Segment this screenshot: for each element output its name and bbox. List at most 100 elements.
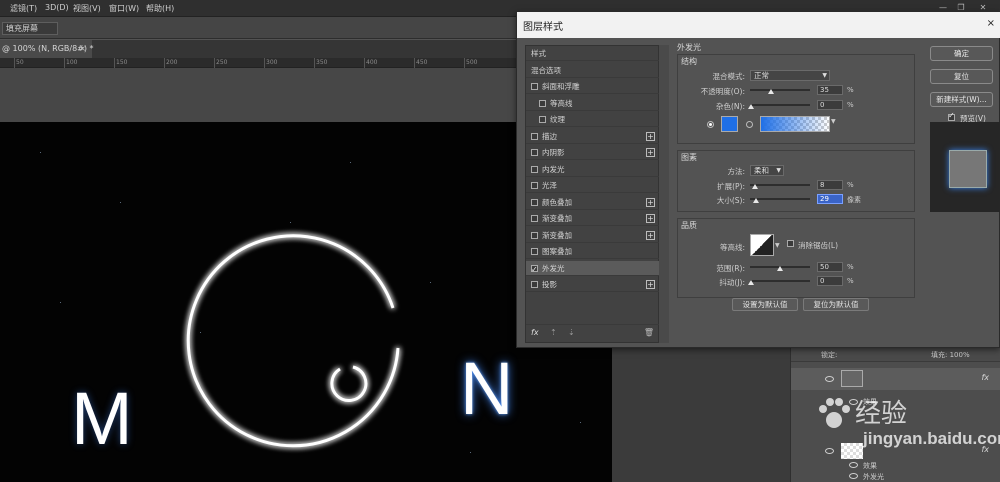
elements-title: 图素: [681, 153, 697, 162]
noise-input[interactable]: 0: [817, 100, 843, 110]
style-item[interactable]: 纹理: [526, 112, 659, 127]
style-item[interactable]: 外发光: [526, 260, 659, 277]
outer-glow-settings: 外发光 结构 混合模式: 正常 ▼ 不透明度(O): 35 % 杂色(N): 0…: [677, 42, 917, 342]
menu-filter[interactable]: 滤镜(T): [10, 3, 37, 14]
noise-slider[interactable]: [750, 104, 810, 106]
glow-color-swatch[interactable]: [721, 116, 738, 132]
contour-preview[interactable]: [750, 234, 774, 256]
size-slider-thumb[interactable]: [753, 198, 759, 203]
style-checkbox[interactable]: [531, 165, 538, 173]
dialog-titlebar[interactable]: 图层样式 ×: [517, 12, 1000, 38]
style-checkbox[interactable]: [531, 83, 538, 90]
style-checkbox[interactable]: [531, 281, 538, 288]
eye-icon[interactable]: [849, 473, 858, 479]
opacity-input[interactable]: 35: [817, 85, 843, 95]
fill-label: 填充: 100%: [931, 351, 970, 359]
jitter-slider[interactable]: [750, 280, 810, 282]
style-checkbox[interactable]: [531, 198, 538, 206]
style-checkbox[interactable]: [531, 182, 538, 189]
style-checkbox[interactable]: [531, 215, 538, 222]
style-checkbox[interactable]: [531, 248, 538, 255]
add-effect-icon[interactable]: +: [646, 214, 655, 223]
style-item[interactable]: 样式: [526, 46, 659, 61]
noise-label: 杂色(N):: [716, 102, 745, 111]
size-slider[interactable]: [750, 198, 810, 200]
fit-screen-button[interactable]: 填充屏幕: [2, 22, 58, 35]
spread-input[interactable]: 8: [817, 180, 843, 190]
style-checkbox[interactable]: [539, 116, 546, 123]
style-list-scrollbar[interactable]: [659, 45, 669, 343]
menu-3d[interactable]: 3D(D): [45, 3, 69, 12]
ruler-label: 350: [316, 59, 328, 66]
opacity-label: 不透明度(O):: [700, 87, 745, 96]
style-checkbox[interactable]: [539, 99, 546, 107]
chevron-down-icon[interactable]: ▼: [775, 242, 780, 249]
chevron-down-icon[interactable]: ▼: [831, 118, 836, 125]
method-label: 方法:: [727, 167, 745, 176]
style-checkbox[interactable]: [531, 149, 538, 156]
style-item-label: 投影: [542, 280, 557, 289]
reset-button[interactable]: 复位: [930, 69, 993, 84]
range-slider-thumb[interactable]: [777, 266, 783, 271]
glow-gradient-swatch[interactable]: [760, 116, 830, 132]
style-item[interactable]: 描边 +: [526, 129, 659, 144]
new-style-button[interactable]: 新建样式(W)...: [930, 92, 993, 107]
style-item[interactable]: 渐变叠加 +: [526, 228, 659, 243]
reset-default-button[interactable]: 复位为默认值: [803, 298, 869, 311]
size-input[interactable]: 29: [817, 194, 843, 204]
opacity-slider-thumb[interactable]: [768, 89, 774, 94]
move-up-icon[interactable]: ⇡: [550, 328, 557, 337]
ruler-tick: [214, 58, 215, 68]
opacity-slider[interactable]: [750, 89, 810, 91]
ruler-tick: [264, 58, 265, 68]
antialias-checkbox[interactable]: [787, 240, 794, 247]
style-item[interactable]: 内阴影 +: [526, 145, 659, 160]
trash-icon[interactable]: 🗑: [644, 328, 654, 337]
spread-slider[interactable]: [750, 184, 810, 186]
jitter-slider-thumb[interactable]: [748, 280, 754, 285]
style-item[interactable]: 渐变叠加 +: [526, 211, 659, 226]
blend-mode-select[interactable]: 正常 ▼: [750, 70, 830, 81]
close-icon[interactable]: ×: [987, 18, 995, 29]
layer-row[interactable]: fx: [791, 368, 1000, 390]
fx-icon[interactable]: fx: [981, 373, 989, 382]
style-item[interactable]: 斜面和浮雕: [526, 79, 659, 94]
ruler-label: 400: [366, 59, 378, 66]
style-item[interactable]: 混合选项: [526, 63, 659, 78]
add-effect-icon[interactable]: +: [646, 148, 655, 157]
gradient-radio[interactable]: [746, 121, 753, 128]
ruler-tick: [64, 58, 65, 68]
style-item[interactable]: 光泽: [526, 178, 659, 193]
document-tab[interactable]: @ 100% (N, RGB/8#) * ×: [0, 40, 94, 58]
ok-button[interactable]: 确定: [930, 46, 993, 61]
solid-color-radio[interactable]: [707, 121, 714, 128]
add-effect-icon[interactable]: +: [646, 230, 655, 240]
jitter-input[interactable]: 0: [817, 276, 843, 286]
style-item[interactable]: 投影 +: [526, 277, 659, 292]
style-item[interactable]: 图案叠加: [526, 244, 659, 259]
menu-help[interactable]: 帮助(H): [146, 3, 174, 14]
move-down-icon[interactable]: ⇣: [568, 328, 575, 337]
spread-slider-thumb[interactable]: [752, 184, 758, 189]
style-checkbox[interactable]: [531, 262, 538, 277]
method-select[interactable]: 柔和 ▼: [750, 165, 784, 176]
style-checkbox[interactable]: [531, 231, 538, 239]
style-item[interactable]: 等高线: [526, 96, 659, 111]
menu-window[interactable]: 窗口(W): [109, 3, 139, 14]
style-item[interactable]: 颜色叠加 +: [526, 195, 659, 210]
eye-icon[interactable]: [825, 376, 834, 382]
noise-slider-thumb[interactable]: [748, 104, 754, 109]
range-input[interactable]: 50: [817, 262, 843, 272]
style-item[interactable]: 内发光: [526, 162, 659, 177]
add-effect-icon[interactable]: +: [646, 280, 655, 289]
style-checkbox[interactable]: [531, 132, 538, 140]
add-effect-icon[interactable]: +: [646, 131, 655, 141]
make-default-button[interactable]: 设置为默认值: [732, 298, 798, 311]
tab-close-icon[interactable]: ×: [79, 40, 86, 58]
small-ring: [330, 365, 368, 402]
menu-view[interactable]: 视图(V): [73, 3, 101, 14]
ruler-label: 500: [466, 59, 478, 66]
fx-menu-icon[interactable]: fx: [531, 328, 539, 337]
add-effect-icon[interactable]: +: [646, 197, 655, 207]
preview-checkbox[interactable]: [948, 111, 955, 121]
